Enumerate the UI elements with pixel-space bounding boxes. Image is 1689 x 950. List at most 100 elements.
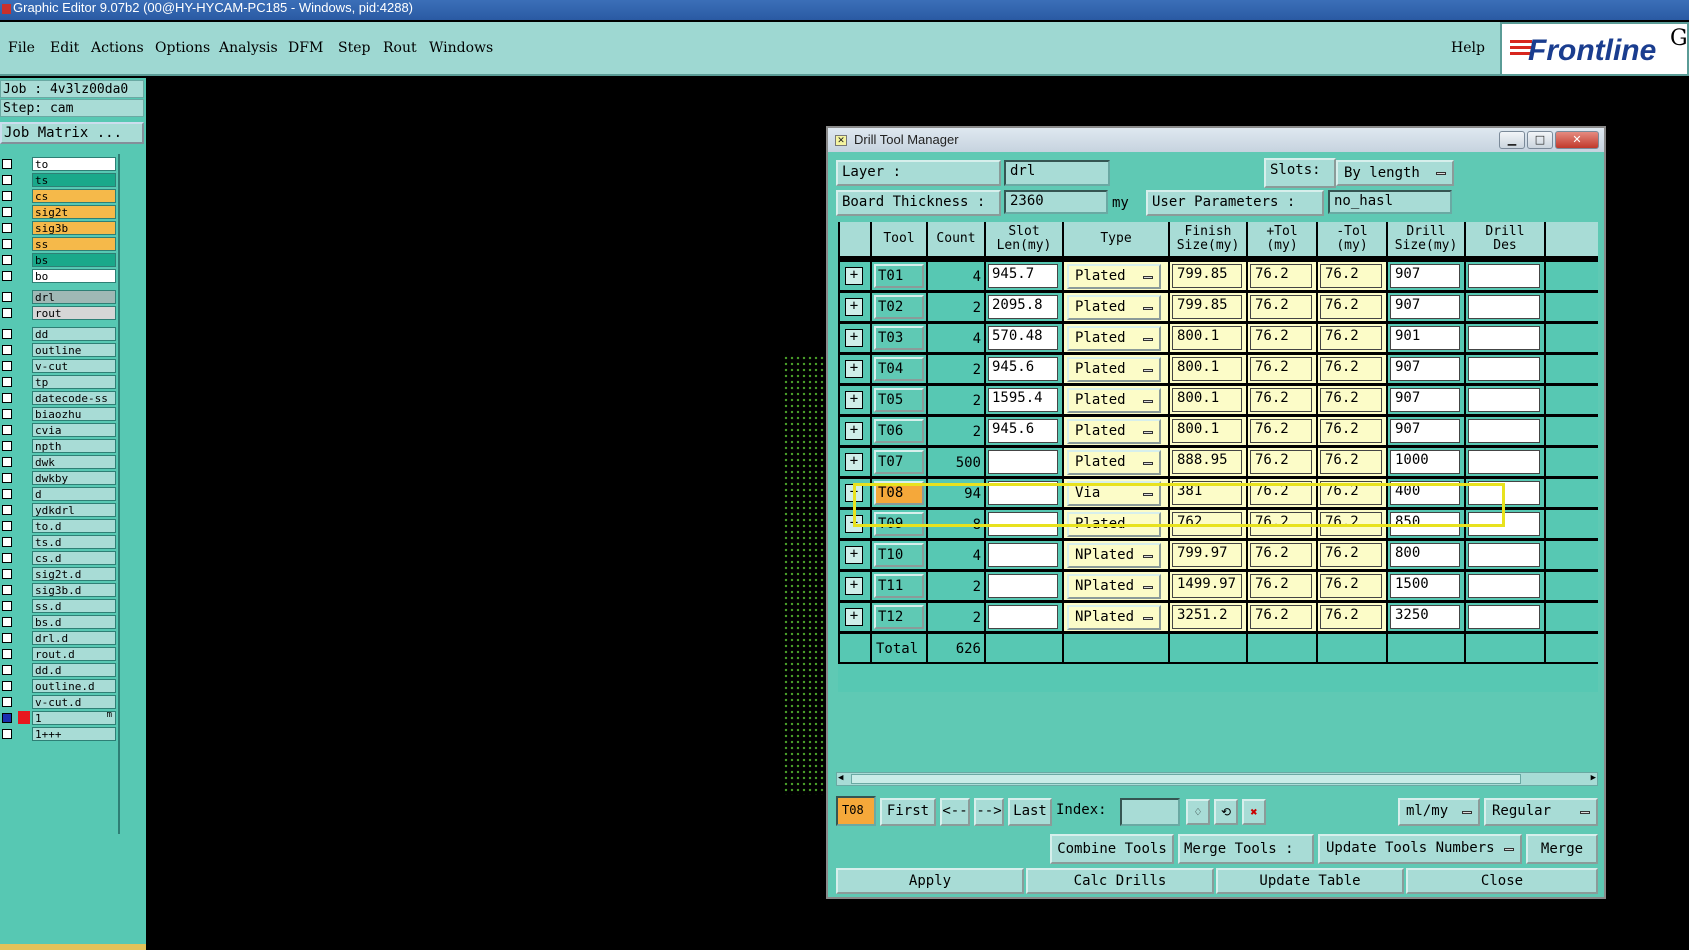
layer-name[interactable]: dwkby bbox=[32, 471, 116, 485]
mtol-input[interactable]: 76.2 bbox=[1320, 326, 1382, 350]
layer-name[interactable]: sig2t bbox=[32, 205, 116, 219]
mtol-input[interactable]: 76.2 bbox=[1320, 574, 1382, 598]
drill-des-input[interactable] bbox=[1468, 357, 1540, 381]
layer-name[interactable]: v-cut bbox=[32, 359, 116, 373]
ptol-input[interactable]: 76.2 bbox=[1250, 357, 1312, 381]
slot-length-input[interactable]: 945.6 bbox=[988, 419, 1058, 443]
tool-button[interactable]: T02 bbox=[874, 295, 924, 319]
board-thickness-field[interactable]: 2360 bbox=[1004, 190, 1108, 214]
finish-input[interactable]: 800.1 bbox=[1172, 419, 1242, 443]
layer-row[interactable]: sig3b bbox=[0, 220, 116, 235]
tool-button[interactable]: T10 bbox=[874, 543, 924, 567]
first-button[interactable]: First bbox=[880, 798, 936, 826]
menu-step[interactable]: Step bbox=[338, 40, 370, 56]
mtol-input[interactable]: 76.2 bbox=[1320, 388, 1382, 412]
layer-name[interactable]: outline.d bbox=[32, 679, 116, 693]
layer-checkbox[interactable] bbox=[2, 729, 12, 739]
finish-input[interactable]: 800.1 bbox=[1172, 357, 1242, 381]
tool-button[interactable]: T12 bbox=[874, 605, 924, 629]
drill-des-input[interactable] bbox=[1468, 574, 1540, 598]
layer-checkbox[interactable] bbox=[2, 393, 12, 403]
ptol-input[interactable]: 76.2 bbox=[1250, 295, 1312, 319]
ptol-input[interactable]: 76.2 bbox=[1250, 512, 1312, 536]
layer-checkbox[interactable] bbox=[2, 361, 12, 371]
user-parameters-field[interactable]: no_hasl bbox=[1328, 190, 1452, 214]
drill-des-input[interactable] bbox=[1468, 388, 1540, 412]
menu-dfm[interactable]: DFM bbox=[288, 40, 323, 56]
finish-input[interactable]: 3251.2 bbox=[1172, 605, 1242, 629]
mtol-input[interactable]: 76.2 bbox=[1320, 450, 1382, 474]
layer-row[interactable]: npth bbox=[0, 438, 116, 453]
layer-checkbox[interactable] bbox=[2, 345, 12, 355]
combine-tools-button[interactable]: Combine Tools bbox=[1050, 834, 1174, 864]
expand-plus-icon[interactable]: + bbox=[845, 515, 863, 533]
drill-size-input[interactable]: 1500 bbox=[1390, 574, 1460, 598]
layer-row[interactable]: to.d bbox=[0, 518, 116, 533]
slot-length-input[interactable]: 945.6 bbox=[988, 357, 1058, 381]
delete-icon[interactable]: ✖ bbox=[1242, 799, 1266, 825]
menu-file[interactable]: File bbox=[8, 40, 35, 56]
layer-row[interactable]: to bbox=[0, 156, 116, 171]
layer-row[interactable]: bo bbox=[0, 268, 116, 283]
drill-des-input[interactable] bbox=[1468, 295, 1540, 319]
scroll-right-icon[interactable]: ▶ bbox=[1591, 773, 1596, 783]
finish-input[interactable]: 762 bbox=[1172, 512, 1242, 536]
layer-row[interactable]: bs bbox=[0, 252, 116, 267]
layer-row[interactable]: ss.d bbox=[0, 598, 116, 613]
layer-checkbox[interactable] bbox=[2, 665, 12, 675]
layer-checkbox[interactable] bbox=[2, 553, 12, 563]
ptol-input[interactable]: 76.2 bbox=[1250, 419, 1312, 443]
layer-name[interactable]: outline bbox=[32, 343, 116, 357]
layer-checkbox[interactable] bbox=[2, 521, 12, 531]
type-option[interactable]: Plated bbox=[1067, 512, 1161, 537]
slot-length-input[interactable] bbox=[988, 481, 1058, 505]
units-option[interactable]: ml/my bbox=[1398, 798, 1480, 826]
drill-size-input[interactable]: 907 bbox=[1390, 388, 1460, 412]
layer-row[interactable]: dwk bbox=[0, 454, 116, 469]
drill-size-input[interactable]: 901 bbox=[1390, 326, 1460, 350]
layer-row[interactable]: v-cut bbox=[0, 358, 116, 373]
ptol-input[interactable]: 76.2 bbox=[1250, 264, 1312, 288]
finish-input[interactable]: 799.85 bbox=[1172, 295, 1242, 319]
slot-length-input[interactable]: 570.48 bbox=[988, 326, 1058, 350]
expand-plus-icon[interactable]: + bbox=[845, 329, 863, 347]
horizontal-scrollbar[interactable]: ◀ ▶ bbox=[836, 772, 1598, 786]
menu-rout[interactable]: Rout bbox=[383, 40, 417, 56]
layer-name[interactable]: rout bbox=[32, 306, 116, 320]
layer-row[interactable]: outline.d bbox=[0, 678, 116, 693]
drill-size-input[interactable]: 800 bbox=[1390, 543, 1460, 567]
next-button[interactable]: --> bbox=[974, 798, 1004, 826]
type-option[interactable]: Plated bbox=[1067, 419, 1161, 444]
index-field[interactable] bbox=[1120, 798, 1180, 826]
tool-button[interactable]: T03 bbox=[874, 326, 924, 350]
drill-des-input[interactable] bbox=[1468, 481, 1540, 505]
mtol-input[interactable]: 76.2 bbox=[1320, 512, 1382, 536]
layer-row[interactable]: drl bbox=[0, 289, 116, 304]
slot-length-input[interactable] bbox=[988, 450, 1058, 474]
layer-checkbox[interactable] bbox=[2, 585, 12, 595]
layer-row[interactable]: 1+++ bbox=[0, 726, 116, 741]
drill-size-input[interactable]: 907 bbox=[1390, 264, 1460, 288]
slot-length-input[interactable] bbox=[988, 605, 1058, 629]
minimize-icon[interactable]: ▁ bbox=[1499, 131, 1525, 149]
layer-row[interactable]: outline bbox=[0, 342, 116, 357]
layer-name[interactable]: ss bbox=[32, 237, 116, 251]
slot-length-input[interactable]: 2095.8 bbox=[988, 295, 1058, 319]
type-option[interactable]: Plated bbox=[1067, 264, 1161, 289]
tool-button[interactable]: T05 bbox=[874, 388, 924, 412]
layer-checkbox[interactable] bbox=[2, 617, 12, 627]
mtol-input[interactable]: 76.2 bbox=[1320, 419, 1382, 443]
type-option[interactable]: Plated bbox=[1067, 450, 1161, 475]
layer-checkbox[interactable] bbox=[2, 191, 12, 201]
drill-des-input[interactable] bbox=[1468, 264, 1540, 288]
layer-name[interactable]: sig2t.d bbox=[32, 567, 116, 581]
type-option[interactable]: NPlated bbox=[1067, 543, 1161, 568]
layer-checkbox[interactable] bbox=[2, 308, 12, 318]
drill-size-input[interactable]: 3250 bbox=[1390, 605, 1460, 629]
expand-plus-icon[interactable]: + bbox=[845, 546, 863, 564]
type-option[interactable]: Plated bbox=[1067, 388, 1161, 413]
mtol-input[interactable]: 76.2 bbox=[1320, 481, 1382, 505]
layer-checkbox[interactable] bbox=[2, 175, 12, 185]
layer-name[interactable]: ts.d bbox=[32, 535, 116, 549]
layer-name[interactable]: 1 bbox=[32, 711, 116, 725]
